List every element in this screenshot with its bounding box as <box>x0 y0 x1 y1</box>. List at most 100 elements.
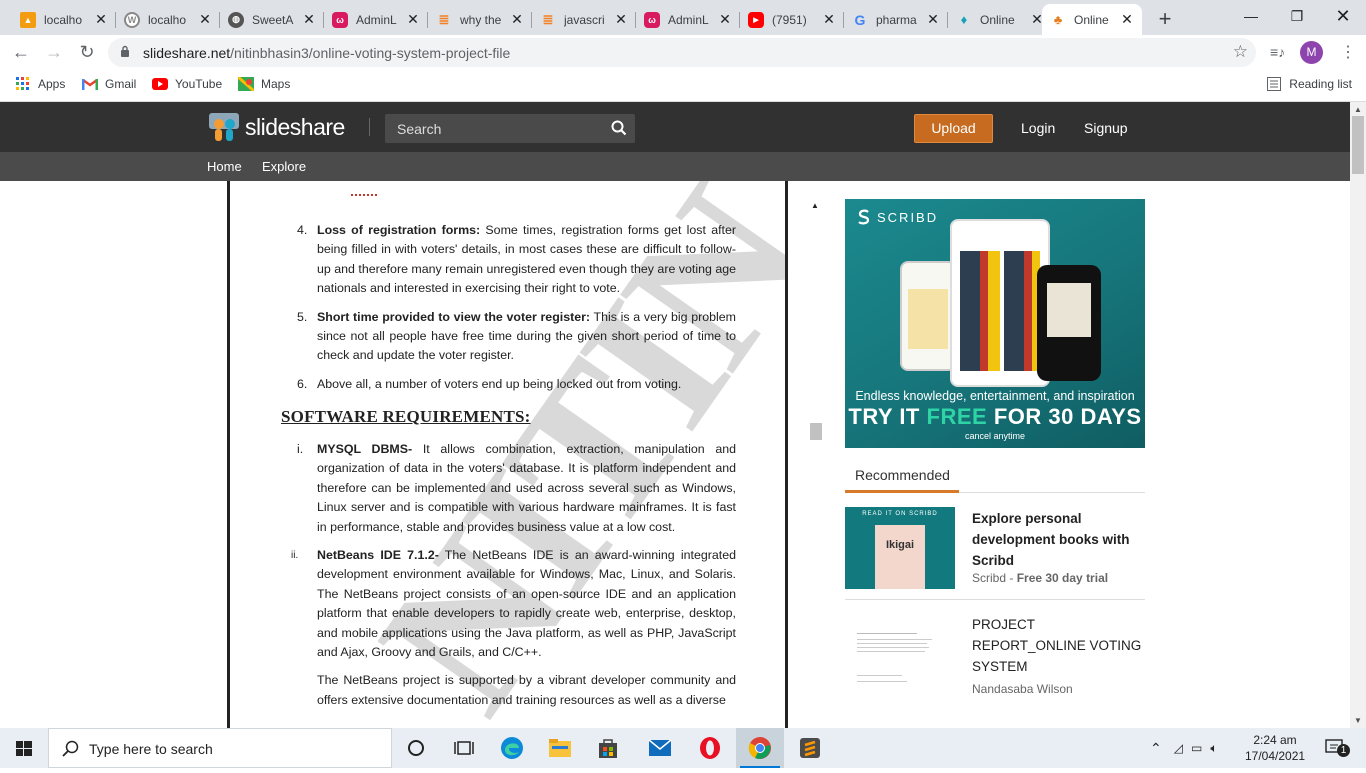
bookmark-youtube[interactable]: YouTube <box>152 77 222 91</box>
reading-list[interactable]: Reading list <box>1267 77 1352 91</box>
tab-online-active[interactable]: ♣ Online ✕ <box>1042 4 1142 35</box>
minimize-button[interactable]: — <box>1228 2 1274 30</box>
tab-stackoverflow-1[interactable]: ≣ why the ✕ <box>428 4 532 35</box>
upload-button[interactable]: Upload <box>914 114 993 143</box>
list-item: 6. Above all, a number of voters end up … <box>280 375 736 394</box>
document-viewer[interactable]: NITIN 4. Loss of registration forms: Som… <box>227 181 788 728</box>
tab-localhost-webui[interactable]: W localho ✕ <box>116 4 220 35</box>
taskbar-clock[interactable]: 2:24 am 17/04/2021 <box>1245 732 1305 764</box>
tab-title: pharma <box>876 12 917 27</box>
page-scrollbar[interactable]: ▲ ▼ <box>1350 102 1366 728</box>
scroll-down-icon[interactable]: ▼ <box>1354 716 1362 725</box>
nav-explore[interactable]: Explore <box>262 159 306 174</box>
scroll-up-icon[interactable]: ▲ <box>1354 105 1362 114</box>
chevron-up-icon[interactable]: ⌃ <box>1150 740 1162 757</box>
bookmark-star-icon[interactable]: ☆ <box>1233 42 1248 62</box>
recommended-thumbnail[interactable] <box>845 613 955 695</box>
tab-online-1[interactable]: ♦ Online ✕ <box>948 4 1052 35</box>
clock-date: 17/04/2021 <box>1245 749 1306 763</box>
recommended-item[interactable]: PROJECT REPORT_ONLINE VOTING SYSTEM Nand… <box>845 607 1145 712</box>
document-scrollbar[interactable]: ▲ <box>808 201 824 728</box>
recommended-subtitle: Scribd - Free 30 day trial <box>972 571 1108 585</box>
login-link[interactable]: Login <box>1021 120 1055 136</box>
restore-button[interactable]: ❐ <box>1274 2 1320 30</box>
mail-icon[interactable] <box>636 728 684 768</box>
bookmark-gmail[interactable]: Gmail <box>82 77 136 91</box>
tab-youtube[interactable]: ▶ (7951) ✕ <box>740 4 844 35</box>
tab-title: Online <box>1074 12 1109 27</box>
recommended-item[interactable]: READ IT ON SCRIBD Ikigai Explore persona… <box>845 501 1145 606</box>
maps-icon <box>238 77 254 91</box>
page-scrollbar-thumb[interactable] <box>1352 116 1364 174</box>
volume-icon[interactable]: 🔈︎ <box>1210 741 1217 756</box>
opera-icon[interactable] <box>686 728 734 768</box>
recommended-title[interactable]: PROJECT REPORT_ONLINE VOTING SYSTEM <box>972 614 1145 677</box>
media-control-icon[interactable]: ≡♪ <box>1270 44 1285 60</box>
bookmark-maps[interactable]: Maps <box>238 77 290 91</box>
notifications-button[interactable]: 1 <box>1316 728 1356 768</box>
tab-adminlte-1[interactable]: ω AdminL ✕ <box>324 4 428 35</box>
bookmark-apps[interactable]: Apps <box>15 77 65 91</box>
ad-tagline: Endless knowledge, entertainment, and in… <box>855 389 1135 403</box>
close-tab-icon[interactable]: ✕ <box>718 11 732 28</box>
close-tab-icon[interactable]: ✕ <box>94 11 108 28</box>
recommended-thumbnail[interactable]: READ IT ON SCRIBD Ikigai <box>845 507 955 589</box>
close-tab-icon[interactable]: ✕ <box>406 11 420 28</box>
start-button[interactable] <box>0 728 48 768</box>
tab-sweetalert[interactable]: ◍ SweetA ✕ <box>220 4 324 35</box>
sublime-text-icon[interactable] <box>786 728 834 768</box>
phone-image <box>1037 265 1101 381</box>
profile-avatar[interactable]: M <box>1300 41 1323 64</box>
close-tab-icon[interactable]: ✕ <box>614 11 628 28</box>
cortana-icon[interactable] <box>392 728 440 768</box>
tab-google-pharma[interactable]: G pharma ✕ <box>844 4 948 35</box>
recommended-title[interactable]: Explore personal development books with … <box>972 508 1145 571</box>
item-text: Above all, a number of voters end up bei… <box>317 376 682 391</box>
tab-title: Online <box>980 12 1015 27</box>
tab-title: (7951) <box>772 12 807 27</box>
close-tab-icon[interactable]: ✕ <box>926 11 940 28</box>
cta-free: FREE <box>926 404 988 429</box>
address-bar[interactable]: slideshare.net/nitinbhasin3/online-votin… <box>108 38 1256 67</box>
recommended-title: Recommended <box>855 467 950 483</box>
close-tab-icon[interactable]: ✕ <box>198 11 212 28</box>
signup-link[interactable]: Signup <box>1084 120 1128 136</box>
slideshare-search-input[interactable]: Search <box>385 114 635 143</box>
close-tab-icon[interactable]: ✕ <box>1120 11 1134 28</box>
close-tab-icon[interactable]: ✕ <box>302 11 316 28</box>
close-tab-icon[interactable]: ✕ <box>510 11 524 28</box>
store-icon[interactable] <box>584 728 632 768</box>
scrollbar-thumb[interactable] <box>810 423 822 440</box>
battery-icon[interactable]: ▭ <box>1191 741 1202 755</box>
google-icon: G <box>854 11 866 28</box>
chrome-taskbar-icon[interactable] <box>736 728 784 768</box>
file-explorer-icon[interactable] <box>536 728 584 768</box>
taskbar-search-input[interactable]: Type here to search <box>48 728 392 768</box>
close-tab-icon[interactable]: ✕ <box>822 11 836 28</box>
network-icon[interactable]: ◿ <box>1174 741 1183 755</box>
tab-adminlte-2[interactable]: ω AdminL ✕ <box>636 4 740 35</box>
book-cover: Ikigai <box>875 525 925 589</box>
forward-button[interactable]: → <box>43 41 65 63</box>
back-button[interactable]: ← <box>10 41 32 63</box>
tab-stackoverflow-2[interactable]: ≣ javascri ✕ <box>532 4 636 35</box>
sub-bold: Free 30 day trial <box>1016 571 1109 585</box>
divider <box>845 599 1145 600</box>
recommended-author: Nandasaba Wilson <box>972 682 1073 696</box>
new-tab-button[interactable]: + <box>1153 6 1177 32</box>
tab-localhost-phpmyadmin[interactable]: ▲ localho ✕ <box>12 4 116 35</box>
reload-button[interactable]: ↻ <box>76 41 98 63</box>
chrome-menu-icon[interactable]: ⋮ <box>1340 42 1356 62</box>
close-window-button[interactable]: ✕ <box>1320 2 1366 30</box>
search-icon[interactable] <box>611 120 627 136</box>
edge-icon[interactable] <box>488 728 536 768</box>
scroll-up-icon[interactable]: ▲ <box>811 201 819 210</box>
slideshare-logo[interactable]: slideshare <box>207 110 345 144</box>
bookmarks-bar: Apps Gmail YouTube Maps Reading list <box>0 69 1366 102</box>
nav-home[interactable]: Home <box>207 159 242 174</box>
scribd-ad[interactable]: SCRIBD Endless knowledge, entertainment,… <box>845 199 1145 448</box>
bookmark-label: Gmail <box>105 77 137 91</box>
adminlte-icon: ω <box>332 11 348 28</box>
phone-image <box>900 261 956 371</box>
task-view-icon[interactable] <box>440 728 488 768</box>
